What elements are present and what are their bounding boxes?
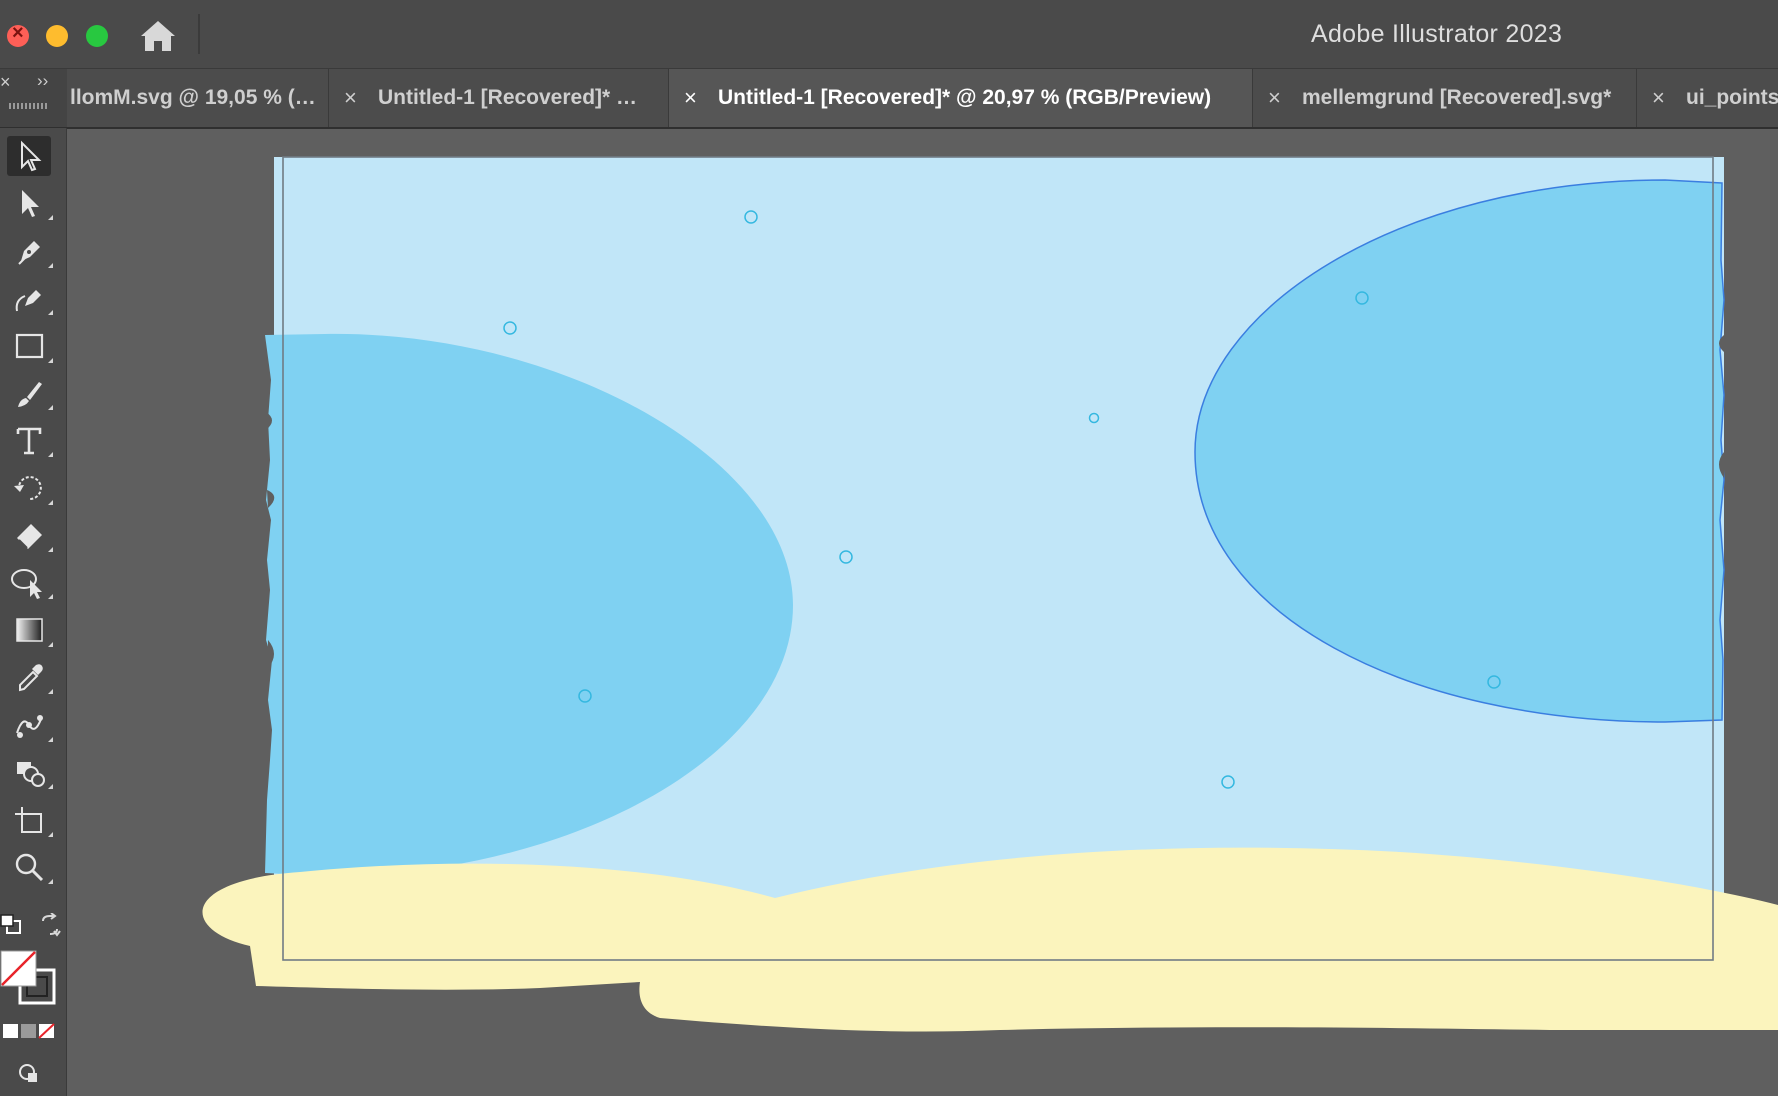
document-canvas[interactable] xyxy=(67,130,1778,1096)
color-mode-buttons[interactable] xyxy=(2,1022,56,1040)
gradient-swatch-icon xyxy=(16,618,43,642)
tab-label: ui_points xyxy=(1686,86,1778,109)
document-tab[interactable]: llomM.svg @ 19,05 % (… xyxy=(67,69,329,127)
document-tab[interactable]: × Untitled-1 [Recovered]* … xyxy=(329,69,669,127)
toolbar-panel-header: × ›› xyxy=(0,69,66,127)
title-separator xyxy=(198,14,200,54)
shapes-icon xyxy=(17,762,45,787)
sand-dunes[interactable] xyxy=(202,847,1778,1032)
eraser-icon xyxy=(17,524,42,549)
document-tab-bar: × ›› llomM.svg @ 19,05 % (… × Untitled-1… xyxy=(0,69,1778,129)
selection-arrow-icon xyxy=(21,140,42,172)
tab-label: mellemgrund [Recovered].svg* xyxy=(1302,86,1612,109)
default-fill-stroke-icon[interactable] xyxy=(0,914,24,936)
drawing-modes-icon[interactable] xyxy=(17,1062,41,1086)
rectangle-tool[interactable] xyxy=(7,326,53,366)
rotate-arrow-icon xyxy=(14,476,42,501)
artboard-icon xyxy=(15,807,42,833)
tab-label: Untitled-1 [Recovered]* … xyxy=(378,86,638,109)
shape-builder-icon xyxy=(11,569,42,599)
symbol-sprayer-tool[interactable] xyxy=(7,752,53,792)
document-tab[interactable]: × mellemgrund [Recovered].svg* xyxy=(1253,69,1637,127)
home-icon[interactable] xyxy=(138,18,178,54)
paintbrush-icon xyxy=(18,382,42,407)
rotate-tool[interactable] xyxy=(7,468,53,508)
type-t-icon xyxy=(16,427,42,455)
app-title: Adobe Illustrator 2023 xyxy=(1311,20,1563,48)
curvature-tool[interactable] xyxy=(7,278,53,318)
tab-close-icon[interactable]: × xyxy=(1268,69,1281,127)
tab-close-icon[interactable]: × xyxy=(1652,69,1665,127)
tab-close-icon[interactable]: × xyxy=(344,69,357,127)
direct-selection-arrow-icon xyxy=(22,190,39,217)
panel-grip-handle[interactable] xyxy=(9,103,47,109)
panel-close-icon[interactable]: × xyxy=(0,72,11,93)
selection-tool[interactable] xyxy=(7,136,51,176)
window-close-button[interactable] xyxy=(7,22,29,47)
type-tool[interactable] xyxy=(7,420,53,460)
document-tab[interactable]: × ui_points xyxy=(1637,69,1778,127)
tools-panel xyxy=(0,128,67,1096)
eyedropper-icon xyxy=(19,664,43,692)
gradient-tool[interactable] xyxy=(7,610,53,650)
eyedropper-tool[interactable] xyxy=(7,657,53,697)
window-minimize-button[interactable] xyxy=(46,25,68,47)
window-maximize-button[interactable] xyxy=(86,25,108,47)
zoom-tool[interactable] xyxy=(7,847,53,887)
fill-stroke-swatch[interactable] xyxy=(0,950,58,1006)
zoom-magnifier-icon xyxy=(15,853,44,882)
artwork[interactable] xyxy=(67,130,1778,1096)
title-bar: Adobe Illustrator 2023 xyxy=(0,0,1778,69)
blend-tool[interactable] xyxy=(7,705,53,745)
panel-expand-icon[interactable]: ›› xyxy=(37,71,48,91)
pen-tool[interactable] xyxy=(7,231,53,271)
artboard-tool[interactable] xyxy=(7,800,53,840)
pen-nib-icon xyxy=(18,241,40,265)
curvature-pen-icon xyxy=(15,290,41,312)
swap-fill-stroke-icon[interactable] xyxy=(38,912,62,937)
tab-label: llomM.svg @ 19,05 % (… xyxy=(70,86,316,109)
shape-builder-tool[interactable] xyxy=(7,562,53,602)
puppet-warp-icon xyxy=(16,715,43,738)
direct-selection-tool[interactable] xyxy=(7,183,53,223)
tab-close-icon[interactable]: × xyxy=(684,69,697,127)
rectangle-shape-icon xyxy=(15,333,44,359)
tab-label: Untitled-1 [Recovered]* @ 20,97 % (RGB/P… xyxy=(718,86,1212,109)
document-tab-active[interactable]: × Untitled-1 [Recovered]* @ 20,97 % (RGB… xyxy=(669,69,1253,127)
paintbrush-tool[interactable] xyxy=(7,373,53,413)
eraser-tool[interactable] xyxy=(7,515,53,555)
